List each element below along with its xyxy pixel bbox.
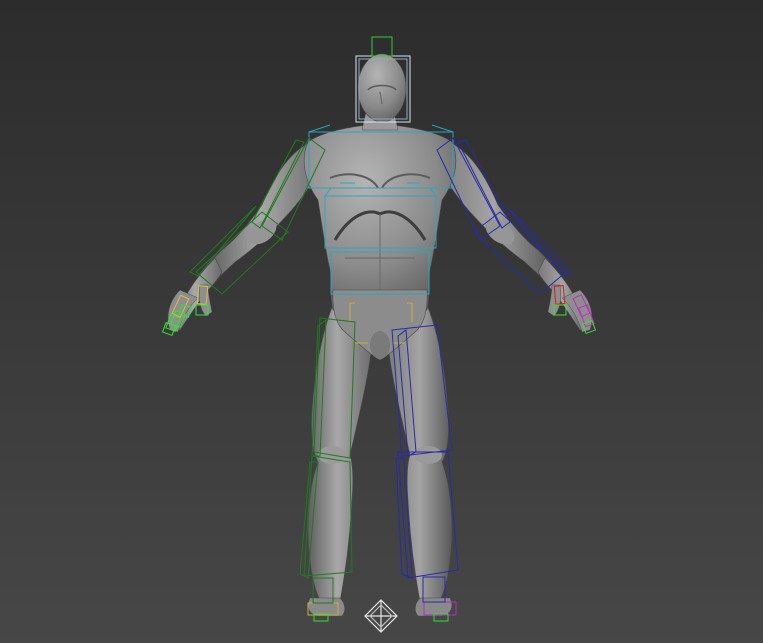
mesh-head (357, 53, 407, 123)
3d-viewport[interactable] (0, 0, 763, 643)
viewport-canvas[interactable] (0, 0, 763, 643)
